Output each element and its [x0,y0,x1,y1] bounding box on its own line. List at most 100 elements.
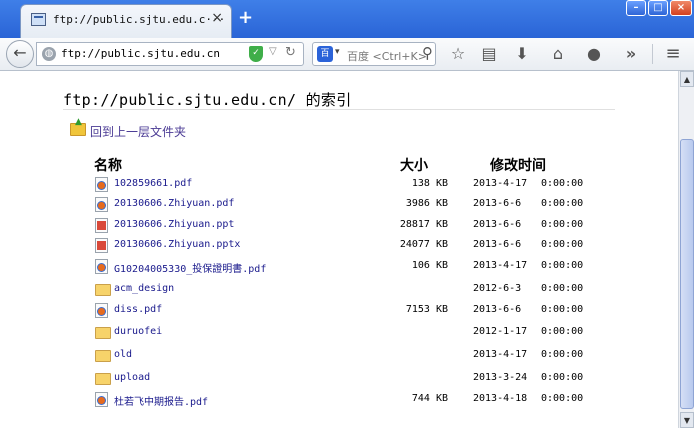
file-size: 138 KB [411,178,448,189]
file-date: 2013-4-17 [473,178,528,189]
file-name-link[interactable]: duruofei [114,326,162,337]
search-engine-icon[interactable]: 百 [317,46,333,62]
page-title: ftp://public.sjtu.edu.cn/ 的索引 [63,91,352,109]
vertical-scrollbar[interactable]: ▲ ▼ [678,71,694,428]
file-row[interactable]: G10204005330_投保證明書.pdf 106 KB 2013-4-17 0:0… [0,258,678,278]
file-time: 0:00:00 [541,372,584,383]
file-size: 3986 KB [405,198,448,209]
file-row[interactable]: upload 2013-3-24 0:00:00 [0,370,678,390]
file-name-link[interactable]: old [114,349,132,360]
file-date: 2013-6-6 [473,198,522,209]
folder-icon [95,284,111,296]
file-size: 106 KB [411,260,448,271]
shield-icon[interactable]: ✓ [249,46,263,62]
home-icon[interactable]: ⌂ [547,44,569,66]
column-header-size: 大小 [400,158,428,174]
column-header-modified: 修改时间 [490,158,546,174]
chat-icon[interactable]: ● [583,44,605,66]
menu-icon[interactable]: ≡ [662,44,684,66]
pdf-file-icon [95,259,108,274]
globe-icon: ◍ [42,47,56,61]
file-time: 0:00:00 [541,239,584,250]
pdf-file-icon [95,392,108,407]
folder-icon [95,373,111,385]
maximize-button[interactable]: □ [648,0,668,16]
file-row[interactable]: 102859661.pdf 138 KB 2013-4-17 0:00:00 [0,176,678,196]
back-button[interactable]: ← [6,40,34,68]
file-size: 744 KB [411,393,448,404]
file-row[interactable]: acm_design 2012-6-3 0:00:00 [0,281,678,301]
file-time: 0:00:00 [541,260,584,271]
file-name-link[interactable]: 20130606.Zhiyuan.pptx [114,239,240,250]
file-size: 24077 KB [399,239,448,250]
file-row[interactable]: old 2013-4-17 0:00:00 [0,347,678,367]
minimize-button[interactable]: – [626,0,646,16]
scroll-down-arrow-icon[interactable]: ▼ [680,412,694,428]
file-name-link[interactable]: 20130606.Zhiyuan.ppt [114,219,234,230]
file-date: 2012-6-3 [473,283,522,294]
folder-up-icon[interactable] [70,117,86,136]
file-time: 0:00:00 [541,326,584,337]
file-time: 0:00:00 [541,198,584,209]
file-time: 0:00:00 [541,349,584,360]
download-icon[interactable]: ⬇ [511,44,533,66]
new-tab-button[interactable]: + [238,8,253,28]
page-content: ftp://public.sjtu.edu.cn/ 的索引 回到上一层文件夹 名… [0,71,678,428]
reload-icon[interactable]: ↻ [285,45,296,60]
file-row[interactable]: 20130606.Zhiyuan.pptx 24077 KB 2013-6-6 0:0… [0,237,678,257]
close-window-button[interactable]: × [670,0,692,16]
scrollbar-thumb[interactable] [680,139,694,409]
history-dropdown-icon[interactable]: ▽ [269,46,277,57]
file-row[interactable]: 20130606.Zhiyuan.pdf 3986 KB 2013-6-6 0:00:… [0,196,678,216]
title-bar: ftp://public.sjtu.edu.c··· × + – □ × [0,0,694,38]
pdf-file-icon [95,197,108,212]
file-name-link[interactable]: 20130606.Zhiyuan.pdf [114,198,234,209]
file-date: 2013-4-18 [473,393,528,404]
file-date: 2013-4-17 [473,260,528,271]
file-size: 7153 KB [405,304,448,315]
address-bar[interactable]: ◍ ftp://public.sjtu.edu.cn ✓ ▽ ↻ [36,42,304,66]
title-divider [63,109,615,110]
search-icon[interactable]: ⚲ [422,44,433,62]
file-name-link[interactable]: diss.pdf [114,304,162,315]
ppt-file-icon [95,218,108,233]
file-date: 2013-3-24 [473,372,528,383]
navigation-toolbar: ← ◍ ftp://public.sjtu.edu.cn ✓ ▽ ↻ 百 ▾ 百… [0,38,694,71]
bookmark-star-icon[interactable]: ☆ [447,44,469,66]
file-time: 0:00:00 [541,304,584,315]
reading-list-icon[interactable]: ▤ [478,44,500,66]
toolbar-divider [652,44,653,64]
file-time: 0:00:00 [541,283,584,294]
file-time: 0:00:00 [541,393,584,404]
file-date: 2012-1-17 [473,326,528,337]
file-time: 0:00:00 [541,219,584,230]
parent-directory-label[interactable]: 回到上一层文件夹 [90,123,186,140]
file-name-link[interactable]: 杜若飞中期报告.pdf [114,393,208,408]
search-bar[interactable]: 百 ▾ 百度 <Ctrl+K> ⚲ [312,42,436,66]
tab-title: ftp://public.sjtu.edu.c··· [53,13,226,26]
overflow-chevron-icon[interactable]: » [620,44,642,66]
ppt-file-icon [95,238,108,253]
file-row[interactable]: diss.pdf 7153 KB 2013-6-6 0:00:00 [0,302,678,322]
page-favicon-icon [31,13,46,26]
file-name-link[interactable]: 102859661.pdf [114,178,192,189]
file-time: 0:00:00 [541,178,584,189]
search-input[interactable]: 百度 <Ctrl+K> [347,48,427,64]
search-engine-dropdown-icon[interactable]: ▾ [335,47,340,57]
file-size: 28817 KB [399,219,448,230]
file-row[interactable]: duruofei 2012-1-17 0:00:00 [0,324,678,344]
browser-tab[interactable]: ftp://public.sjtu.edu.c··· × [20,4,232,38]
file-name-link[interactable]: G10204005330_投保證明書.pdf [114,260,266,275]
file-date: 2013-6-6 [473,239,522,250]
column-header-name: 名称 [94,158,122,174]
file-row[interactable]: 20130606.Zhiyuan.ppt 28817 KB 2013-6-6 0:00… [0,217,678,237]
scroll-up-arrow-icon[interactable]: ▲ [680,71,694,87]
file-name-link[interactable]: upload [114,372,150,383]
file-name-link[interactable]: acm_design [114,283,174,294]
pdf-file-icon [95,303,108,318]
file-row[interactable]: 杜若飞中期报告.pdf 744 KB 2013-4-18 0:00:00 [0,391,678,411]
tab-close-icon[interactable]: × [211,10,223,26]
url-input[interactable]: ftp://public.sjtu.edu.cn [61,47,220,60]
folder-icon [95,327,111,339]
file-date: 2013-4-17 [473,349,528,360]
